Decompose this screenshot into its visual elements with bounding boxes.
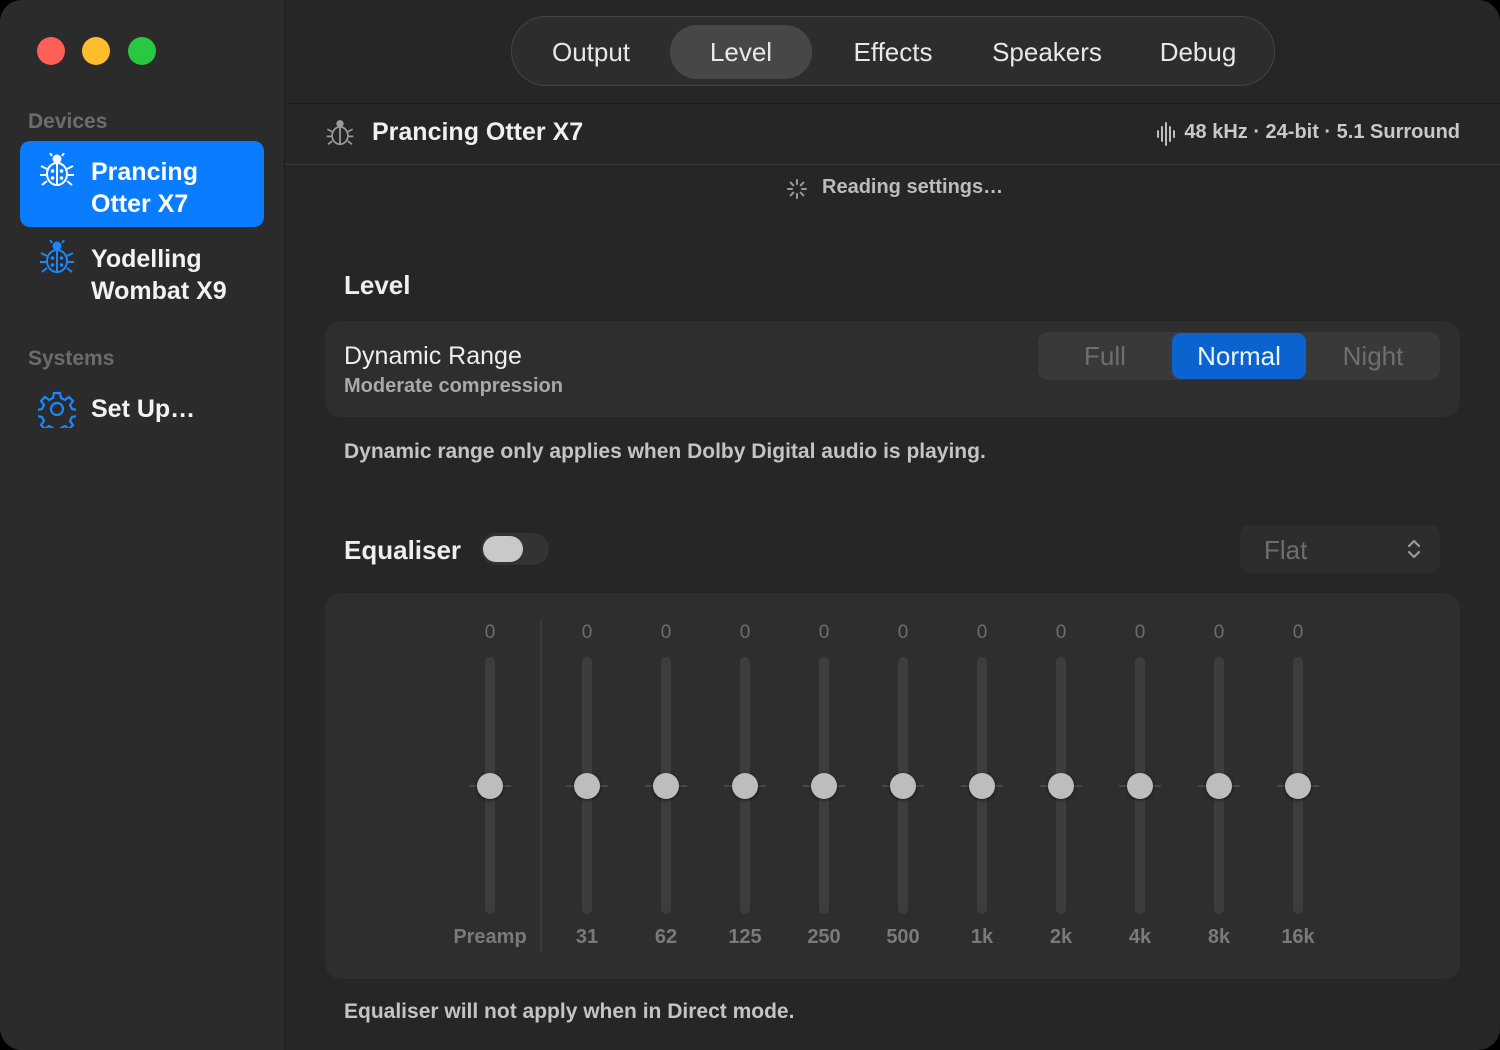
sidebar-item-label: Prancing Otter X7 bbox=[91, 158, 198, 218]
sidebar-item-label: Set Up… bbox=[91, 395, 196, 423]
eq-band-label: 62 bbox=[654, 926, 678, 948]
eq-band-label: 250 bbox=[807, 926, 841, 948]
tab-bar: Output Level Effects Speakers Debug bbox=[511, 16, 1275, 86]
tab-effects[interactable]: Effects bbox=[822, 25, 964, 79]
toggle-knob bbox=[483, 536, 523, 562]
eq-band-label: 16k bbox=[1281, 926, 1315, 948]
eq-band-label: 125 bbox=[728, 926, 762, 948]
preset-value: Flat bbox=[1264, 535, 1308, 565]
eq-band-label: 2k bbox=[1049, 926, 1073, 948]
eq-slider-knob[interactable] bbox=[653, 772, 679, 799]
eq-band-value: 0 bbox=[1134, 622, 1146, 643]
tab-speakers[interactable]: Speakers bbox=[972, 25, 1122, 79]
dynamic-range-label: Dynamic Range bbox=[344, 342, 522, 370]
dynamic-range-note: Dynamic range only applies when Dolby Di… bbox=[344, 440, 986, 463]
app-window: Devices Prancing Otter X7 Yodelling Womb… bbox=[0, 0, 1500, 1050]
eq-band-label: Preamp bbox=[453, 926, 527, 948]
device-header: Prancing Otter X7 48 kHz · 24-bit · 5.1 … bbox=[285, 103, 1500, 165]
eq-band-value: 0 bbox=[1055, 622, 1067, 643]
dynamic-range-segmented-control: Full Normal Night bbox=[1038, 332, 1440, 380]
tab-level[interactable]: Level bbox=[670, 25, 812, 79]
main-panel: Output Level Effects Speakers Debug Pran… bbox=[285, 0, 1500, 1050]
equaliser-preset-select[interactable]: Flat bbox=[1240, 525, 1440, 573]
eq-slider-knob[interactable] bbox=[969, 772, 995, 799]
sidebar: Devices Prancing Otter X7 Yodelling Womb… bbox=[0, 0, 285, 1050]
level-section-title: Level bbox=[344, 270, 411, 300]
status-text: Reading settings… bbox=[822, 176, 1004, 198]
eq-band-value: 0 bbox=[897, 622, 909, 643]
eq-slider-knob[interactable] bbox=[732, 772, 758, 799]
tab-debug[interactable]: Debug bbox=[1128, 25, 1268, 79]
eq-band-value: 0 bbox=[739, 622, 751, 643]
close-window-button[interactable] bbox=[37, 37, 65, 65]
dynamic-range-description: Moderate compression bbox=[344, 375, 563, 397]
eq-slider-knob[interactable] bbox=[477, 772, 503, 799]
eq-band-label: 500 bbox=[886, 926, 920, 948]
waveform-icon bbox=[1157, 122, 1175, 146]
systems-section-title: Systems bbox=[28, 347, 115, 370]
eq-band-value: 0 bbox=[818, 622, 830, 643]
device-name: Prancing Otter X7 bbox=[372, 118, 584, 146]
equaliser-toggle[interactable] bbox=[481, 533, 549, 565]
eq-band-value: 0 bbox=[1292, 622, 1304, 643]
segment-night[interactable]: Night bbox=[1306, 333, 1440, 379]
spinner-icon bbox=[787, 179, 807, 199]
eq-slider-knob[interactable] bbox=[1127, 772, 1153, 799]
eq-band-value: 0 bbox=[660, 622, 672, 643]
gear-icon bbox=[38, 391, 76, 428]
eq-slider-knob[interactable] bbox=[811, 772, 837, 799]
chevron-updown-icon bbox=[1407, 539, 1421, 559]
equaliser-section-title: Equaliser bbox=[344, 535, 462, 565]
audio-format: 48 kHz · 24-bit · 5.1 Surround bbox=[1184, 121, 1460, 143]
zoom-window-button[interactable] bbox=[128, 37, 156, 65]
eq-band-label: 8k bbox=[1207, 926, 1231, 948]
segment-full[interactable]: Full bbox=[1038, 333, 1172, 379]
ladybug-icon bbox=[40, 153, 74, 186]
eq-band-value: 0 bbox=[976, 622, 988, 643]
ladybug-icon bbox=[40, 240, 74, 273]
eq-slider-knob[interactable] bbox=[574, 772, 600, 799]
eq-slider-knob[interactable] bbox=[1048, 772, 1074, 799]
eq-band-label: 4k bbox=[1128, 926, 1152, 948]
eq-slider-knob[interactable] bbox=[1285, 772, 1311, 799]
dynamic-range-card: Dynamic Range Moderate compression Full … bbox=[325, 321, 1460, 417]
eq-slider-knob[interactable] bbox=[1206, 772, 1232, 799]
equaliser-note: Equaliser will not apply when in Direct … bbox=[344, 1000, 795, 1023]
preamp-divider bbox=[540, 620, 542, 952]
sidebar-item-yodelling-wombat-x9[interactable]: Yodelling Wombat X9 bbox=[20, 228, 264, 314]
sidebar-item-set-up[interactable]: Set Up… bbox=[20, 380, 264, 440]
eq-band-value: 0 bbox=[581, 622, 593, 643]
segment-normal[interactable]: Normal bbox=[1172, 333, 1306, 379]
minimize-window-button[interactable] bbox=[82, 37, 110, 65]
devices-section-title: Devices bbox=[28, 110, 108, 133]
eq-slider-knob[interactable] bbox=[890, 772, 916, 799]
ladybug-icon bbox=[326, 120, 354, 146]
eq-band-label: 1k bbox=[970, 926, 994, 948]
eq-band-value: 0 bbox=[1213, 622, 1225, 643]
sidebar-item-label: Yodelling Wombat X9 bbox=[91, 245, 227, 305]
eq-band-label: 31 bbox=[575, 926, 599, 948]
sidebar-item-prancing-otter-x7[interactable]: Prancing Otter X7 bbox=[20, 141, 264, 227]
eq-band-value: 0 bbox=[484, 622, 496, 643]
tab-output[interactable]: Output bbox=[520, 25, 662, 79]
